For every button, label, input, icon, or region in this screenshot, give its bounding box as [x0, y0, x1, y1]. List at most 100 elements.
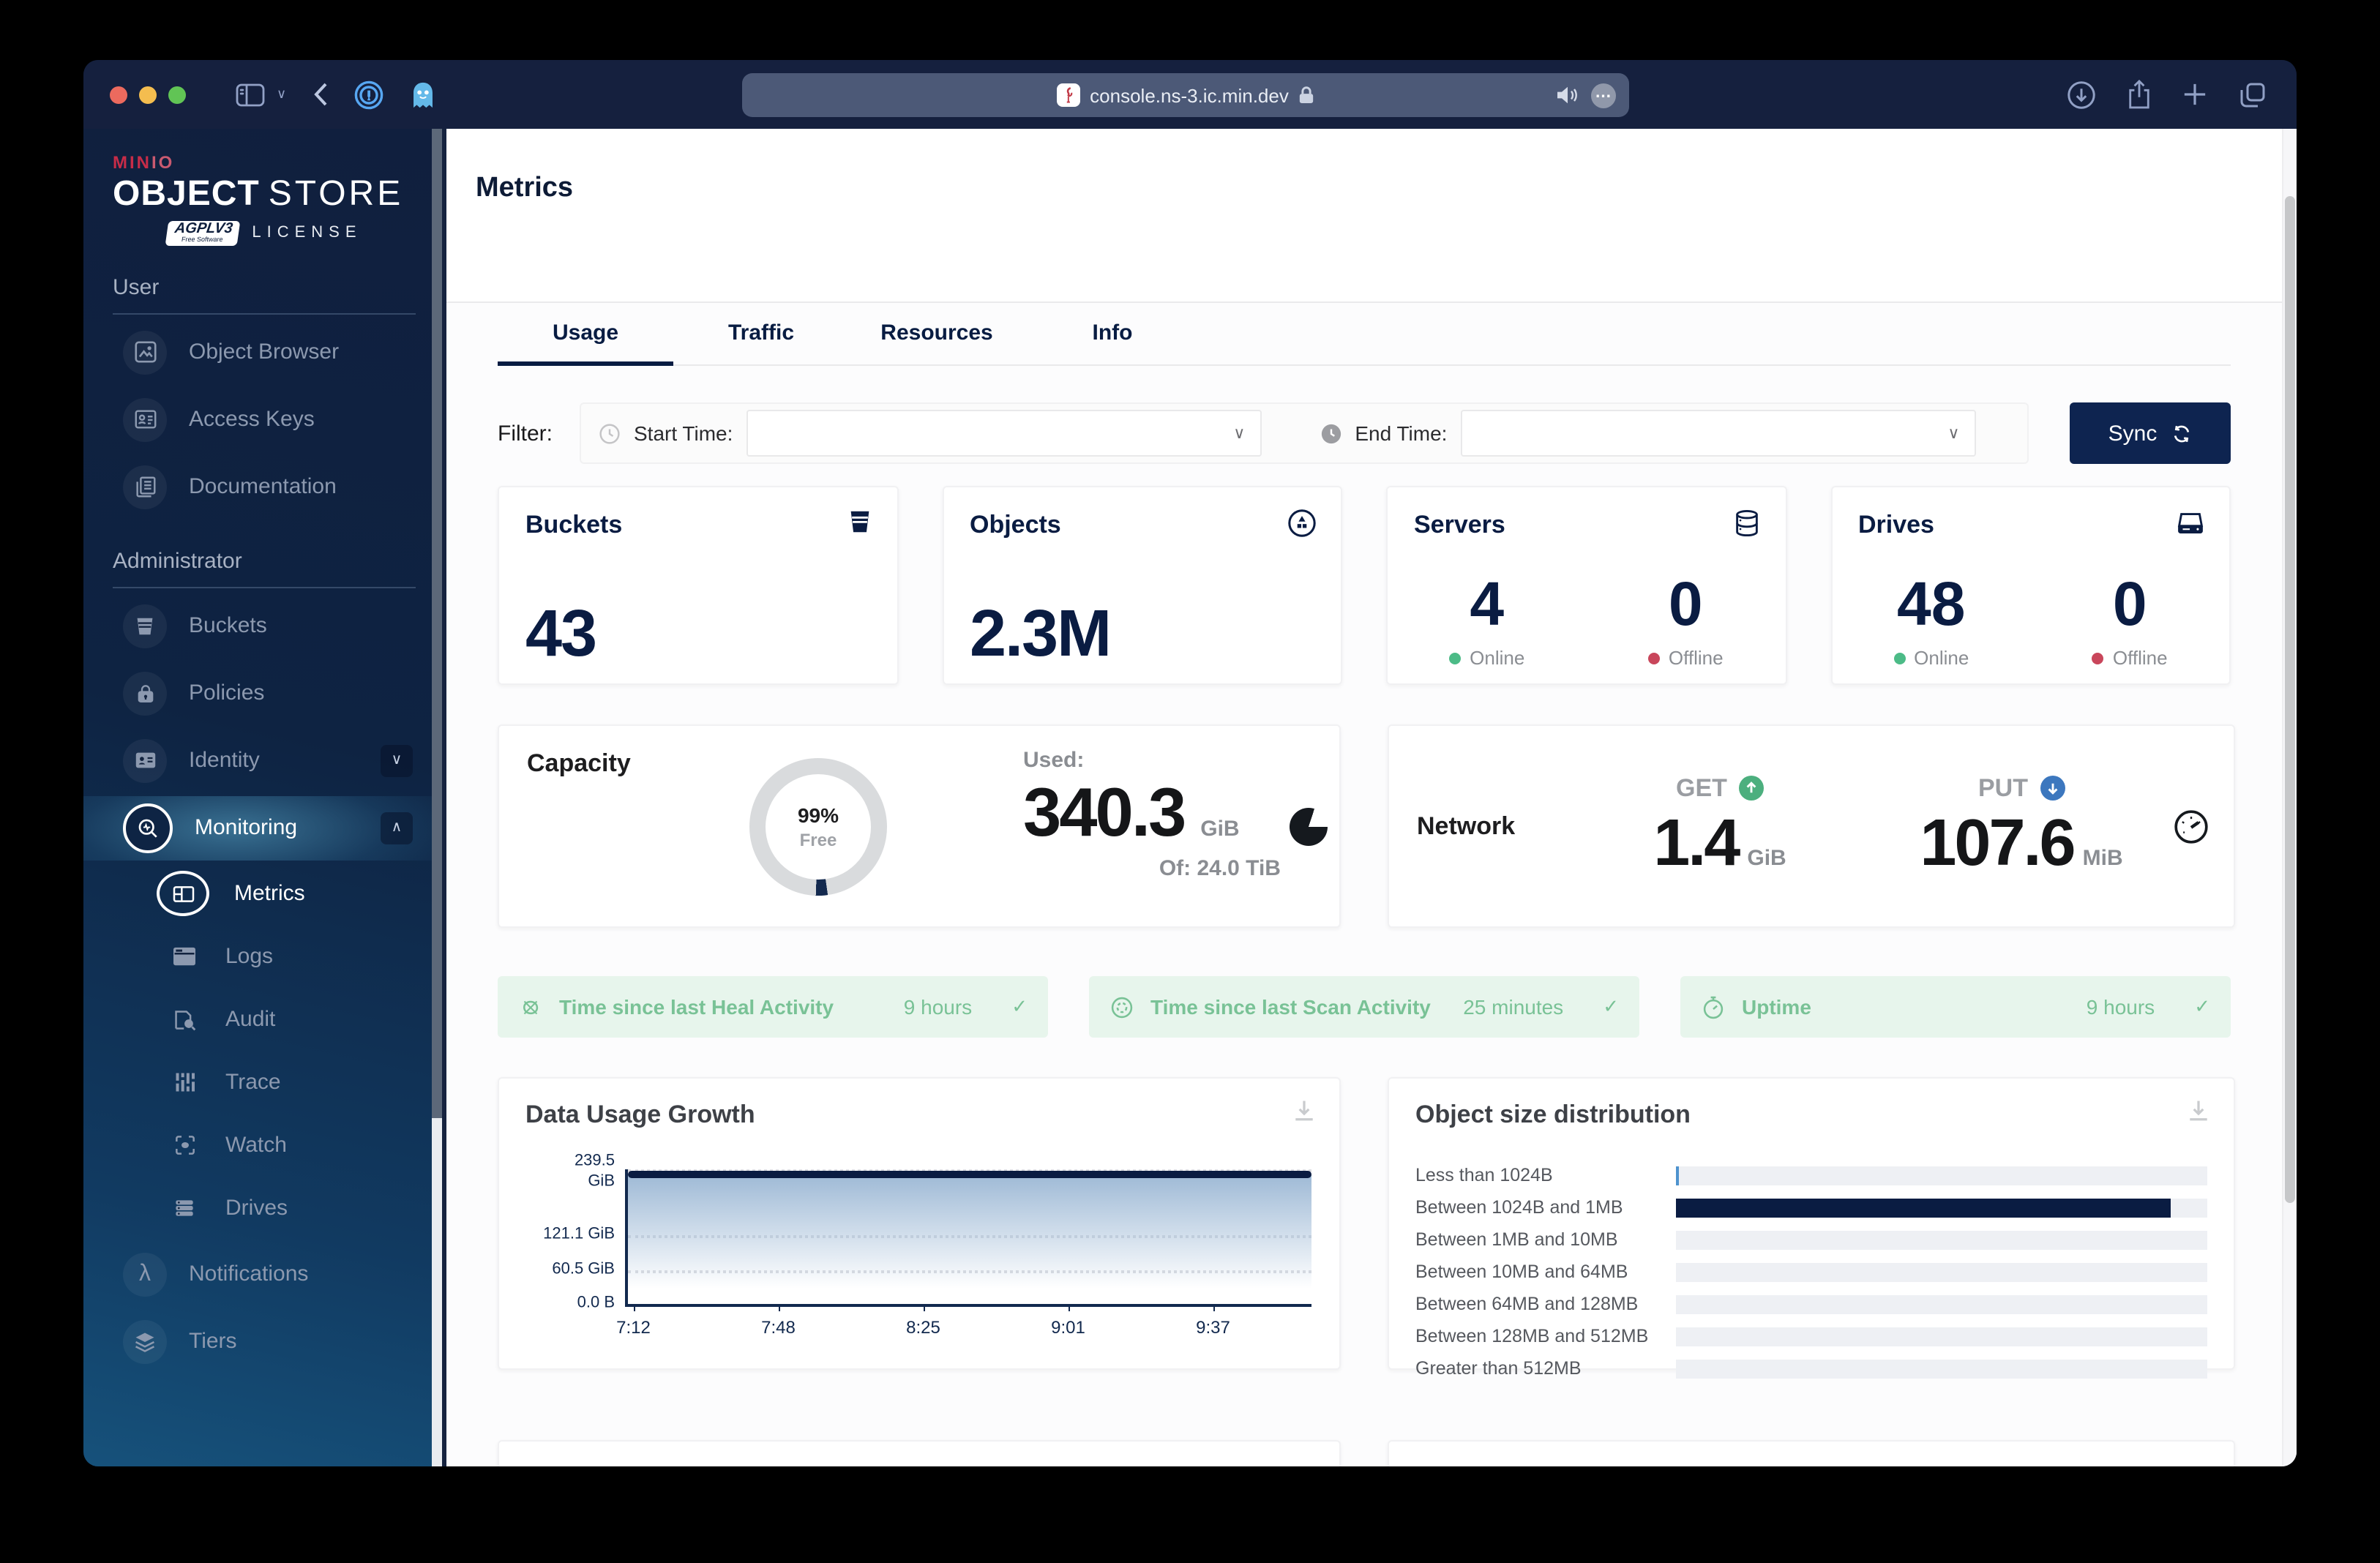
- drives-card: Drives 48 Online 0 Offline: [1830, 486, 2231, 685]
- sidebar-item-identity[interactable]: Identity ∨: [113, 728, 416, 792]
- documentation-icon: [123, 465, 167, 509]
- y-tick-3: 0.0 B: [577, 1294, 615, 1312]
- servers-offline-label: Offline: [1668, 647, 1724, 669]
- offline-dot: [1647, 652, 1660, 664]
- drives-online-label: Online: [1914, 647, 1969, 669]
- servers-card: Servers 4 Online 0 Offline: [1386, 486, 1786, 685]
- uptime-label: Uptime: [1742, 995, 1811, 1019]
- sidebar-item-monitoring[interactable]: Monitoring ∧: [83, 795, 442, 860]
- used-unit: GiB: [1200, 817, 1240, 842]
- objects-card-title: Objects: [970, 511, 1061, 539]
- start-time-select[interactable]: ∨: [746, 410, 1262, 457]
- sidebar-toggle-icon[interactable]: [236, 83, 265, 106]
- monitoring-icon: [123, 803, 173, 852]
- download-chart-icon[interactable]: [1291, 1098, 1317, 1124]
- sidebar-subitem-trace[interactable]: Trace: [113, 1053, 416, 1112]
- sidebar-subitem-drives[interactable]: Drives: [113, 1179, 416, 1237]
- network-card: Network GET 1.4 GiB PUT 107.6 MiB: [1388, 724, 2235, 928]
- product-name-light: STORE: [268, 174, 404, 214]
- divider: [113, 312, 416, 314]
- agpl-badge: AGPLV3 Free Software: [165, 221, 241, 245]
- servers-offline-count: 0: [1668, 569, 1703, 638]
- logs-icon: [168, 940, 201, 972]
- sidebar-item-policies[interactable]: Policies: [113, 661, 416, 725]
- capacity-card: Capacity 99% Free Used: 340.3 GiB Of: 24…: [498, 724, 1341, 928]
- address-bar[interactable]: console.ns-3.ic.min.dev ⋯: [742, 73, 1629, 117]
- sidebar-item-tiers[interactable]: Tiers: [113, 1309, 416, 1373]
- filter-label: Filter:: [498, 421, 553, 446]
- sidebar-item-access-keys[interactable]: Access Keys: [113, 387, 416, 451]
- dist-row-gt-512mb: Greater than 512MB: [1415, 1358, 2207, 1379]
- sidebar-item-buckets[interactable]: Buckets: [113, 593, 416, 658]
- url-text: console.ns-3.ic.min.dev: [1090, 84, 1289, 106]
- charts-row: Data Usage Growth 239.5 GiB 121.1 GiB 60…: [498, 1077, 2235, 1379]
- audio-muted-icon[interactable]: [1556, 85, 1579, 105]
- capacity-free-percent: 99%: [797, 803, 839, 826]
- close-window-button[interactable]: [110, 86, 127, 103]
- tab-info[interactable]: Info: [1025, 321, 1200, 364]
- object-size-distribution-title: Object size distribution: [1415, 1101, 1691, 1128]
- scan-value: 25 minutes: [1463, 995, 1564, 1019]
- window-controls: [110, 86, 186, 103]
- servers-database-icon: [1731, 508, 1762, 539]
- usage-growth-plot: 239.5 GiB 121.1 GiB 60.5 GiB 0.0 B 7:12 …: [543, 1152, 1311, 1338]
- tab-overview-icon[interactable]: [2238, 80, 2267, 109]
- minimize-window-button[interactable]: [139, 86, 157, 103]
- sidebar-subitem-metrics[interactable]: Metrics: [113, 864, 416, 923]
- access-keys-icon: [123, 397, 167, 441]
- ghostery-extension-icon[interactable]: [409, 80, 435, 109]
- sidebar-item-documentation[interactable]: Documentation: [113, 454, 416, 519]
- put-down-arrow-icon: [2040, 776, 2065, 801]
- chevron-down-icon: ∨: [1947, 425, 1960, 443]
- back-icon[interactable]: [313, 82, 327, 107]
- page-scrollbar-thumb[interactable]: [2285, 196, 2295, 1203]
- identity-icon: [123, 738, 167, 782]
- tab-resources[interactable]: Resources: [849, 321, 1025, 364]
- sidebar-item-object-browser[interactable]: Object Browser: [113, 320, 416, 384]
- page-scrollbar[interactable]: [2282, 129, 2297, 1466]
- tab-usage[interactable]: Usage: [498, 321, 673, 366]
- sidebar-item-notifications[interactable]: λ Notifications: [113, 1242, 416, 1306]
- monitoring-collapse-chevron-up-icon[interactable]: ∧: [381, 812, 413, 844]
- start-time-label: Start Time:: [634, 421, 733, 445]
- summary-cards-row: Buckets 43 Objects 2.3M Servers 4 Online…: [498, 486, 2231, 685]
- sync-button[interactable]: Sync: [2070, 402, 2231, 464]
- sidebar-subitem-audit[interactable]: Audit: [113, 990, 416, 1049]
- uptime-stopwatch-icon: [1701, 994, 1726, 1019]
- x-tick-1: 7:48: [761, 1317, 796, 1338]
- dist-row-128mb-512mb: Between 128MB and 512MB: [1415, 1326, 2207, 1346]
- sidebar-scrollbar[interactable]: [432, 129, 442, 1466]
- offline-dot: [2092, 652, 2104, 664]
- new-tab-icon[interactable]: [2182, 82, 2207, 107]
- scan-label: Time since last Scan Activity: [1150, 995, 1431, 1019]
- uptime-value: 9 hours: [2086, 995, 2155, 1019]
- heal-value: 9 hours: [903, 995, 973, 1019]
- fullscreen-window-button[interactable]: [168, 86, 186, 103]
- dist-bar: [1676, 1166, 1680, 1185]
- sidebar-subitem-logs[interactable]: Logs: [113, 927, 416, 986]
- used-value: 340.3: [1023, 773, 1186, 850]
- tab-traffic[interactable]: Traffic: [673, 321, 849, 364]
- address-bar-more-icon[interactable]: ⋯: [1591, 83, 1616, 108]
- end-time-select[interactable]: ∨: [1460, 410, 1976, 457]
- onepassword-extension-icon[interactable]: [353, 80, 383, 109]
- capacity-network-row: Capacity 99% Free Used: 340.3 GiB Of: 24…: [498, 724, 2235, 928]
- servers-online-count: 4: [1470, 569, 1505, 638]
- sidebar-scrollbar-thumb[interactable]: [432, 129, 442, 1119]
- downloads-icon[interactable]: [2067, 80, 2096, 109]
- dist-row-lt-1024b: Less than 1024B: [1415, 1165, 2207, 1185]
- dist-row-10mb-64mb: Between 10MB and 64MB: [1415, 1262, 2207, 1282]
- servers-online-label: Online: [1470, 647, 1525, 669]
- sidebar-chevron-down-icon[interactable]: ∨: [277, 86, 286, 102]
- sidebar-subitem-watch[interactable]: Watch: [113, 1116, 416, 1174]
- metrics-icon: [157, 871, 209, 916]
- buckets-count: 43: [525, 596, 597, 670]
- partial-card-left: [498, 1440, 1341, 1466]
- download-chart-icon[interactable]: [2185, 1098, 2212, 1124]
- identity-expand-chevron-down-icon[interactable]: ∨: [381, 744, 413, 776]
- object-browser-icon: [123, 330, 167, 374]
- dist-bar: [1676, 1198, 2171, 1217]
- share-icon[interactable]: [2127, 79, 2152, 110]
- end-time-label: End Time:: [1355, 421, 1448, 445]
- divider: [113, 586, 416, 588]
